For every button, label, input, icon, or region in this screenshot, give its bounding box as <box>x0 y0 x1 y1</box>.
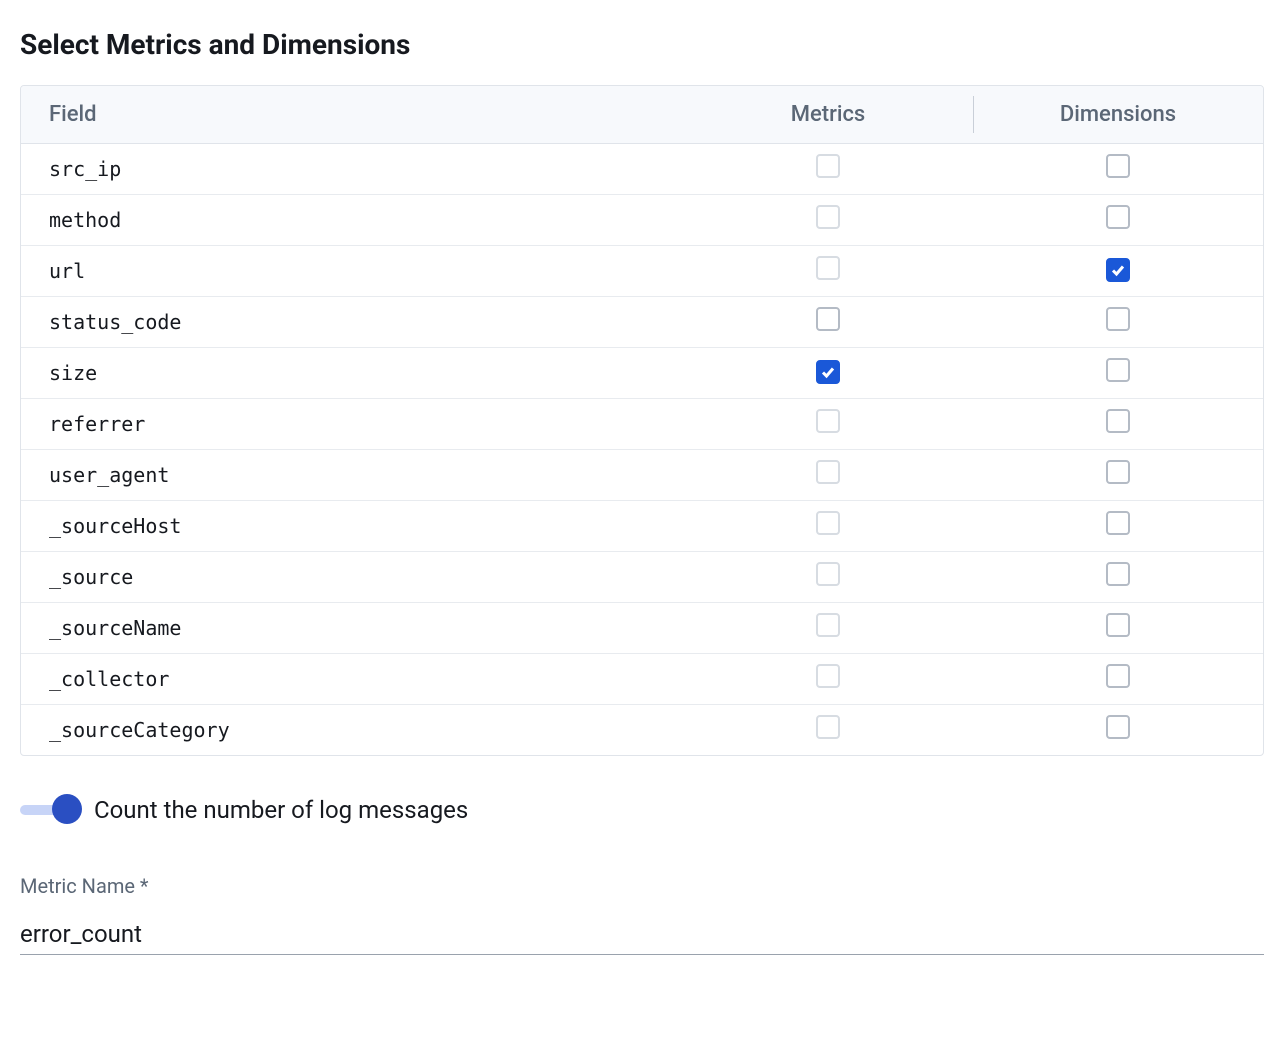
toggle-knob <box>52 794 82 824</box>
field-name: referrer <box>21 399 683 450</box>
metrics-checkbox <box>816 256 840 280</box>
field-name: _sourceHost <box>21 501 683 552</box>
metrics-checkbox <box>816 511 840 535</box>
field-name: src_ip <box>21 144 683 195</box>
count-log-messages-label: Count the number of log messages <box>94 796 468 824</box>
table-row: size <box>21 348 1263 399</box>
table-row: url <box>21 246 1263 297</box>
table-row: user_agent <box>21 450 1263 501</box>
table-row: referrer <box>21 399 1263 450</box>
field-name: method <box>21 195 683 246</box>
table-row: _sourceCategory <box>21 705 1263 756</box>
dimensions-checkbox[interactable] <box>1106 205 1130 229</box>
metrics-checkbox <box>816 409 840 433</box>
metrics-checkbox <box>816 562 840 586</box>
check-icon <box>820 364 836 380</box>
dimensions-checkbox[interactable] <box>1106 511 1130 535</box>
table-row: _collector <box>21 654 1263 705</box>
metrics-checkbox <box>816 460 840 484</box>
dimensions-checkbox[interactable] <box>1106 613 1130 637</box>
check-icon <box>1110 262 1126 278</box>
metrics-checkbox[interactable] <box>816 307 840 331</box>
field-name: _source <box>21 552 683 603</box>
metrics-checkbox <box>816 715 840 739</box>
metrics-checkbox[interactable] <box>816 360 840 384</box>
metric-name-input[interactable] <box>20 916 1264 955</box>
field-name: status_code <box>21 297 683 348</box>
dimensions-checkbox[interactable] <box>1106 562 1130 586</box>
dimensions-checkbox[interactable] <box>1106 409 1130 433</box>
count-log-messages-toggle[interactable] <box>20 798 78 822</box>
fields-table: Field Metrics Dimensions src_ipmethodurl… <box>20 85 1264 756</box>
field-name: size <box>21 348 683 399</box>
dimensions-checkbox[interactable] <box>1106 307 1130 331</box>
col-header-dimensions: Dimensions <box>973 86 1263 144</box>
field-name: url <box>21 246 683 297</box>
field-name: _sourceName <box>21 603 683 654</box>
section-title: Select Metrics and Dimensions <box>20 28 1264 61</box>
field-name: user_agent <box>21 450 683 501</box>
metric-name-label: Metric Name * <box>20 874 1264 898</box>
col-header-field: Field <box>21 86 683 144</box>
dimensions-checkbox[interactable] <box>1106 154 1130 178</box>
table-row: _sourceHost <box>21 501 1263 552</box>
dimensions-checkbox[interactable] <box>1106 460 1130 484</box>
metrics-checkbox <box>816 205 840 229</box>
metrics-checkbox <box>816 664 840 688</box>
col-header-metrics: Metrics <box>683 86 973 144</box>
dimensions-checkbox[interactable] <box>1106 715 1130 739</box>
table-row: status_code <box>21 297 1263 348</box>
table-row: method <box>21 195 1263 246</box>
table-row: src_ip <box>21 144 1263 195</box>
dimensions-checkbox[interactable] <box>1106 358 1130 382</box>
field-name: _collector <box>21 654 683 705</box>
field-name: _sourceCategory <box>21 705 683 756</box>
table-row: _source <box>21 552 1263 603</box>
dimensions-checkbox[interactable] <box>1106 664 1130 688</box>
metrics-checkbox <box>816 613 840 637</box>
metrics-checkbox <box>816 154 840 178</box>
table-row: _sourceName <box>21 603 1263 654</box>
dimensions-checkbox[interactable] <box>1106 258 1130 282</box>
